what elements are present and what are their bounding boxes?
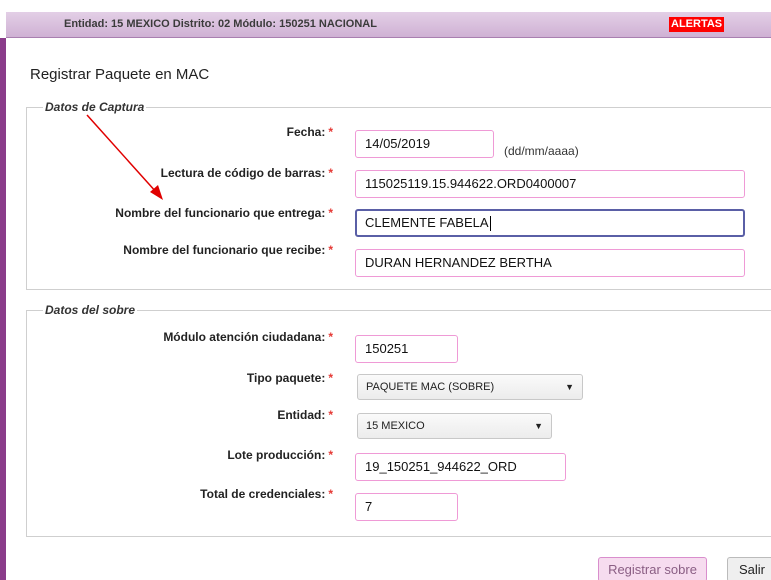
funcionario-entrega-value: CLEMENTE FABELA bbox=[365, 215, 489, 230]
page-title: Registrar Paquete en MAC bbox=[30, 66, 210, 83]
required-mark: * bbox=[328, 330, 333, 344]
modulo-input[interactable]: 150251 bbox=[355, 335, 458, 363]
exit-button[interactable]: Salir bbox=[727, 557, 771, 580]
tipo-paquete-label: Tipo paquete: * bbox=[246, 371, 333, 385]
required-mark: * bbox=[328, 371, 333, 385]
funcionario-entrega-label: Nombre del funcionario que entrega: * bbox=[115, 206, 333, 220]
required-mark: * bbox=[328, 166, 333, 180]
fecha-input[interactable]: 14/05/2019 bbox=[355, 130, 494, 158]
tipo-paquete-select[interactable]: PAQUETE MAC (SOBRE) ▼ bbox=[357, 374, 583, 400]
required-mark: * bbox=[328, 125, 333, 139]
fecha-label: Fecha: * bbox=[286, 125, 333, 139]
required-mark: * bbox=[328, 408, 333, 422]
funcionario-recibe-label: Nombre del funcionario que recibe: * bbox=[123, 243, 333, 257]
funcionario-entrega-input[interactable]: CLEMENTE FABELA bbox=[355, 209, 745, 237]
entidad-select[interactable]: 15 MEXICO ▼ bbox=[357, 413, 552, 439]
required-mark: * bbox=[328, 487, 333, 501]
codigo-barras-input[interactable]: 115025119.15.944622.ORD0400007 bbox=[355, 170, 745, 198]
register-envelope-button[interactable]: Registrar sobre bbox=[598, 557, 707, 580]
envelope-data-legend: Datos del sobre bbox=[45, 303, 136, 317]
top-header: Entidad: 15 MEXICO Distrito: 02 Módulo: … bbox=[0, 0, 771, 38]
context-bar: Entidad: 15 MEXICO Distrito: 02 Módulo: … bbox=[6, 12, 771, 38]
entidad-label: Entidad: * bbox=[277, 408, 333, 422]
required-mark: * bbox=[328, 448, 333, 462]
lote-label: Lote producción: * bbox=[227, 448, 333, 462]
capture-data-legend: Datos de Captura bbox=[45, 100, 145, 114]
total-credenciales-label: Total de credenciales: * bbox=[200, 487, 333, 501]
funcionario-recibe-input[interactable]: DURAN HERNANDEZ BERTHA bbox=[355, 249, 745, 277]
alerts-link[interactable]: ALERTAS bbox=[669, 17, 725, 32]
required-mark: * bbox=[328, 243, 333, 257]
modulo-label: Módulo atención ciudadana: * bbox=[163, 330, 333, 344]
entidad-selected: 15 MEXICO bbox=[366, 420, 425, 432]
context-info: Entidad: 15 MEXICO Distrito: 02 Módulo: … bbox=[64, 18, 377, 30]
window-left-border bbox=[0, 0, 6, 580]
chevron-down-icon: ▼ bbox=[534, 421, 543, 431]
codigo-barras-label: Lectura de código de barras: * bbox=[160, 166, 333, 180]
total-credenciales-input[interactable]: 7 bbox=[355, 493, 458, 521]
text-caret bbox=[489, 216, 491, 232]
fecha-format-hint: (dd/mm/aaaa) bbox=[504, 144, 579, 158]
required-mark: * bbox=[328, 206, 333, 220]
chevron-down-icon: ▼ bbox=[565, 382, 574, 392]
tipo-paquete-selected: PAQUETE MAC (SOBRE) bbox=[366, 381, 495, 393]
lote-input[interactable]: 19_150251_944622_ORD bbox=[355, 453, 566, 481]
